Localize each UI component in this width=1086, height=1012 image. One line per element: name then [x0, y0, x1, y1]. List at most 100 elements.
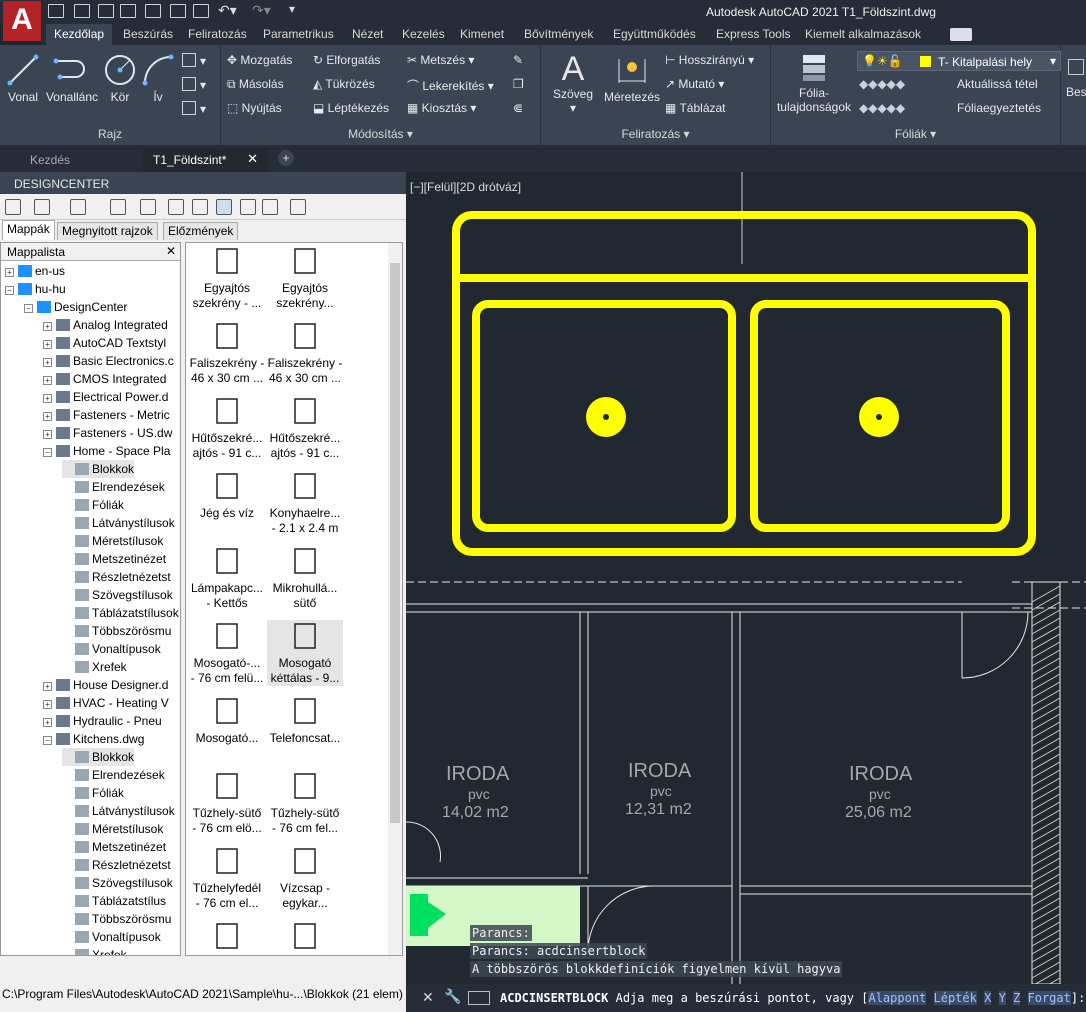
favorites-icon[interactable]	[168, 199, 184, 215]
expander-icon[interactable]	[62, 842, 71, 851]
expander-icon[interactable]: −	[24, 304, 33, 313]
tab-bovitmenyek[interactable]: Bővítmények	[524, 27, 593, 41]
tab-parametrikus[interactable]: Parametrikus	[263, 27, 334, 41]
expander-icon[interactable]	[62, 554, 71, 563]
block-thumbnail[interactable]: Mosogató-... - 76 cm felü...	[189, 620, 265, 686]
search-icon[interactable]	[140, 199, 156, 215]
panel-label-rajz[interactable]: Rajz	[0, 127, 220, 141]
expander-icon[interactable]	[62, 536, 71, 545]
close-icon[interactable]: ✕	[247, 151, 258, 167]
tree-item[interactable]: Xrefek	[62, 658, 127, 676]
tree-item[interactable]: + Fasteners - Metric	[43, 406, 170, 424]
line-button[interactable]: Vonal	[6, 53, 40, 104]
block-thumbnail[interactable]: Hűtőszekré... ajtós - 91 c...	[267, 395, 343, 461]
text-button[interactable]: A Szöveg ▾	[549, 51, 597, 115]
tree-item[interactable]: − hu-hu	[5, 280, 66, 298]
expander-icon[interactable]	[62, 518, 71, 527]
save-icon[interactable]	[98, 4, 114, 18]
expander-icon[interactable]: +	[43, 322, 52, 331]
expander-icon[interactable]	[62, 878, 71, 887]
insert-block-button[interactable]: Bes	[1066, 59, 1086, 99]
expander-icon[interactable]: +	[43, 700, 52, 709]
expander-icon[interactable]: −	[43, 736, 52, 745]
tab-express-tools[interactable]: Express Tools	[716, 27, 790, 41]
close-icon[interactable]: ✕	[422, 989, 434, 1006]
layer-tools-row1[interactable]: ◆◆◆◆◆	[859, 77, 905, 91]
block-thumbnail[interactable]: Tűzhelyfedél - 76 cm el...	[189, 845, 265, 911]
linear-dim-button[interactable]: ⊢ Hosszirányú ▾	[665, 53, 754, 67]
tree-item[interactable]: − Kitchens.dwg	[43, 730, 144, 748]
drawing-viewport[interactable]: [−][Felül][2D drótváz] IRODA pvc 14,02 m…	[406, 172, 1086, 984]
tree-item[interactable]: + CMOS Integrated	[43, 370, 166, 388]
expander-icon[interactable]	[62, 788, 71, 797]
block-thumbnail[interactable]: Vízcsap -mosoga...	[267, 920, 343, 955]
match-layer-button[interactable]: Fóliaegyeztetés	[957, 101, 1041, 115]
tree-item[interactable]: Vonaltípusok	[62, 928, 161, 946]
scroll-thumb[interactable]	[390, 263, 400, 823]
tree-item[interactable]: Részletnézetst	[62, 568, 171, 586]
block-thumbnail[interactable]: Hűtőszekré... ajtós - 91 c...	[189, 395, 265, 461]
panel-label-foliak[interactable]: Fóliák ▾	[771, 127, 1060, 141]
polyline-button[interactable]: Vonallánc	[44, 53, 100, 104]
tree-item[interactable]: + Electrical Power.d	[43, 388, 168, 406]
expander-icon[interactable]: −	[43, 448, 52, 457]
fillet-button[interactable]: ⌒ Lekerekítés ▾	[407, 77, 494, 94]
expander-icon[interactable]	[62, 626, 71, 635]
scrollbar[interactable]	[388, 243, 402, 955]
customize-qa-icon[interactable]: ▾	[289, 2, 295, 16]
expander-icon[interactable]	[62, 590, 71, 599]
tree-item[interactable]: Elrendezések	[62, 766, 165, 784]
tree-item[interactable]: Méretstílusok	[62, 532, 163, 550]
tree-item[interactable]: Méretstílusok	[62, 820, 163, 838]
block-thumbnail[interactable]: Mosogató...	[189, 695, 265, 746]
panel-label-feliratozas[interactable]: Feliratozás ▾	[541, 127, 770, 141]
expander-icon[interactable]	[62, 896, 71, 905]
tree-item[interactable]: Szövegstílusok	[62, 586, 173, 604]
grid-draw-button[interactable]: ▾	[182, 101, 206, 116]
tab-elozmenyek[interactable]: Előzmények	[163, 222, 239, 240]
block-thumbnail[interactable]: Konyhaelre... - 2.1 x 2.4 m	[267, 470, 343, 536]
block-thumbnail[interactable]: Faliszekrény -46 x 30 cm ...	[267, 320, 343, 386]
move-button[interactable]: ✥ Mozgatás	[227, 53, 292, 67]
expander-icon[interactable]	[62, 860, 71, 869]
tab-kezdolap[interactable]: Kezdőlap	[46, 24, 113, 45]
expander-icon[interactable]	[62, 914, 71, 923]
expander-icon[interactable]: +	[43, 358, 52, 367]
block-thumbnail[interactable]: Telefoncsat...	[267, 695, 343, 746]
views-icon[interactable]	[290, 199, 306, 215]
array-button[interactable]: ▦ Kiosztás ▾	[407, 101, 476, 115]
rectangle-button[interactable]: ▾	[182, 53, 206, 68]
layer-properties-button[interactable]: Fólia- tulajdonságok	[773, 51, 855, 114]
option-z[interactable]: Z	[1013, 991, 1021, 1005]
block-thumbnail[interactable]: Tűzhely-sütő - 76 cm fel...	[267, 770, 343, 836]
command-prompt-icon[interactable]	[468, 991, 490, 1005]
tree-item[interactable]: − DesignCenter	[24, 298, 127, 316]
up-icon[interactable]	[110, 199, 126, 215]
tree-item[interactable]: Fóliák	[62, 784, 124, 802]
offset-button[interactable]: ⋐	[513, 101, 523, 115]
option-y[interactable]: Y	[998, 991, 1006, 1005]
tree-item[interactable]: Táblázatstílusok	[62, 604, 179, 622]
redo-icon[interactable]: ↷▾	[252, 2, 271, 19]
preview-icon[interactable]	[240, 199, 256, 215]
expander-icon[interactable]	[62, 752, 71, 761]
open-folder-icon[interactable]	[74, 4, 90, 18]
copy-button[interactable]: ⧉ Másolás	[227, 77, 284, 92]
expander-icon[interactable]	[62, 770, 71, 779]
wrench-icon[interactable]: 🔧	[444, 988, 461, 1005]
block-thumbnail[interactable]: Faliszekrény -46 x 30 cm ...	[189, 320, 265, 386]
new-tab-icon[interactable]: +	[278, 150, 294, 166]
rotate-button[interactable]: ↻ Elforgatás	[313, 53, 380, 67]
explode-button[interactable]: ❐	[513, 77, 524, 91]
leader-button[interactable]: ↗ Mutató ▾	[665, 77, 724, 91]
tab-mappak[interactable]: Mappák	[2, 220, 55, 240]
description-icon[interactable]	[262, 199, 278, 215]
tree-item[interactable]: Vonaltípusok	[62, 640, 161, 658]
sink-block[interactable]	[452, 211, 1036, 556]
block-thumbnail[interactable]: Mikrohullá... sütő	[267, 545, 343, 611]
block-thumbnail[interactable]: Jég és víz	[189, 470, 265, 521]
tab-kiemelt-alkalmazasok[interactable]: Kiemelt alkalmazások	[805, 27, 921, 41]
expander-icon[interactable]: +	[43, 682, 52, 691]
drawing-canvas[interactable]: IRODA pvc 14,02 m2 IRODA pvc 12,31 m2 IR…	[406, 172, 1086, 984]
tree-item[interactable]: + House Designer.d	[43, 676, 168, 694]
